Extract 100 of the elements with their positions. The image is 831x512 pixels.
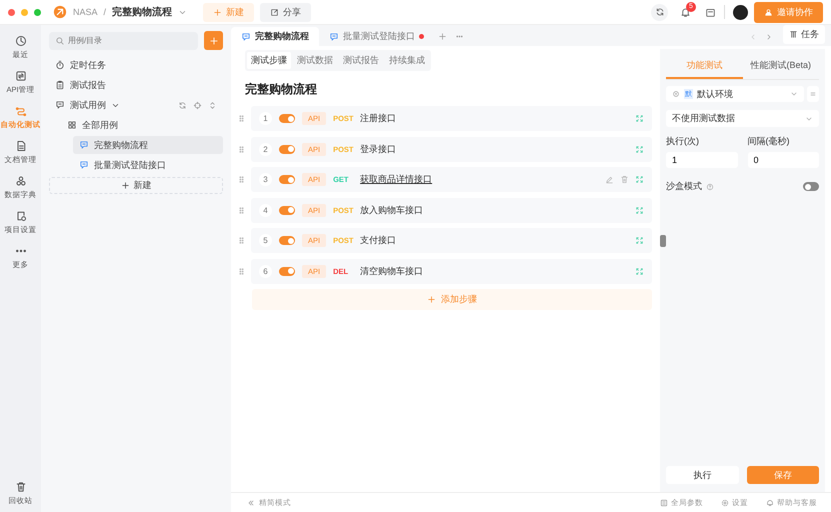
test-data-select[interactable]: 不使用测试数据 bbox=[666, 110, 819, 127]
user-icon bbox=[764, 8, 773, 16]
circles-icon bbox=[14, 175, 26, 187]
expand-icon[interactable] bbox=[635, 144, 644, 154]
toggle-switch[interactable] bbox=[279, 114, 295, 123]
step-name: 注册接口 bbox=[360, 112, 398, 125]
collapse-icon[interactable] bbox=[247, 498, 255, 506]
share-button[interactable]: 分享 bbox=[260, 2, 312, 22]
step-number: 4 bbox=[259, 204, 272, 216]
collapse-handle[interactable] bbox=[660, 235, 666, 247]
add-button[interactable] bbox=[204, 31, 223, 50]
expand-icon[interactable] bbox=[635, 266, 644, 276]
search-field[interactable]: 用例/目录 bbox=[49, 32, 198, 50]
menu-icon bbox=[809, 90, 817, 98]
drag-handle-icon[interactable] bbox=[237, 114, 246, 123]
field-label: 执行(次) bbox=[666, 135, 700, 148]
tree-item[interactable]: 全部用例 bbox=[61, 116, 223, 134]
page-heading: 完整购物流程 bbox=[245, 81, 318, 98]
run-button[interactable]: 执行 bbox=[666, 466, 738, 484]
settings-icon bbox=[721, 498, 729, 506]
sandbox-label: 沙盒模式 bbox=[666, 180, 702, 193]
window-close-button[interactable] bbox=[8, 8, 15, 16]
settings-icon bbox=[14, 210, 26, 222]
tree-item[interactable]: 批量测试登陆接口 bbox=[73, 156, 223, 174]
window-zoom-button[interactable] bbox=[34, 8, 41, 16]
case-icon bbox=[79, 160, 89, 170]
drag-handle-icon[interactable] bbox=[237, 236, 246, 245]
toggle-switch[interactable] bbox=[279, 144, 295, 154]
toggle-switch[interactable] bbox=[279, 175, 295, 184]
step-number: 5 bbox=[259, 234, 272, 247]
headset-icon bbox=[766, 498, 774, 506]
section-tab[interactable]: 测试报告 bbox=[339, 52, 383, 69]
case-icon bbox=[329, 32, 339, 42]
sort-icon[interactable] bbox=[208, 100, 217, 110]
drag-handle-icon[interactable] bbox=[237, 206, 246, 214]
section-tab[interactable]: 持续集成 bbox=[385, 52, 429, 69]
params-icon bbox=[660, 498, 668, 506]
runs-field[interactable]: 1 bbox=[666, 152, 738, 168]
window-title: 完整购物流程 bbox=[112, 5, 172, 19]
clipboard-icon bbox=[55, 80, 65, 90]
toggle-switch[interactable] bbox=[279, 266, 295, 276]
task-button[interactable]: 任务 bbox=[783, 25, 825, 44]
calendar-icon[interactable] bbox=[705, 6, 716, 18]
pencil-icon[interactable] bbox=[605, 175, 614, 184]
plus-icon bbox=[208, 36, 218, 46]
flow-icon bbox=[14, 105, 26, 117]
document-tab[interactable]: 完整购物流程 bbox=[231, 27, 319, 46]
tree-item[interactable]: 完整购物流程 bbox=[73, 136, 223, 154]
tree-item-label: 完整购物流程 bbox=[94, 138, 148, 152]
document-icon bbox=[14, 140, 26, 152]
panel-tab[interactable]: 性能测试(Beta) bbox=[742, 55, 819, 79]
document-tab[interactable]: 批量测试登陆接口 bbox=[319, 27, 434, 46]
tree-item[interactable]: 测试报告 bbox=[49, 76, 223, 94]
expand-icon[interactable] bbox=[635, 206, 644, 214]
tree-item-label: 测试用例 bbox=[70, 98, 106, 112]
plus-icon bbox=[213, 8, 222, 16]
drag-handle-icon[interactable] bbox=[237, 266, 246, 276]
expand-icon[interactable] bbox=[635, 114, 644, 123]
case-icon bbox=[55, 100, 65, 110]
interval-field[interactable]: 0 bbox=[748, 152, 819, 168]
tree-item-label: 定时任务 bbox=[70, 58, 106, 72]
tree-item[interactable]: 测试用例 bbox=[49, 96, 223, 114]
environment-value: 默认环境 bbox=[697, 88, 733, 100]
help-icon bbox=[706, 182, 714, 190]
trash-icon bbox=[14, 481, 26, 493]
avatar[interactable] bbox=[733, 4, 748, 20]
step-number: 2 bbox=[259, 142, 272, 156]
step-name: 登录接口 bbox=[360, 142, 398, 156]
new-button[interactable]: 新建 bbox=[49, 177, 223, 194]
tree-item-label: 测试报告 bbox=[70, 78, 106, 92]
section-tab[interactable]: 测试步骤 bbox=[247, 52, 291, 69]
locate-icon[interactable] bbox=[193, 100, 202, 110]
refresh-icon bbox=[654, 7, 664, 17]
section-tab[interactable]: 测试数据 bbox=[293, 52, 337, 69]
drag-handle-icon[interactable] bbox=[237, 175, 246, 184]
drag-handle-icon[interactable] bbox=[237, 144, 246, 154]
step-name: 放入购物车接口 bbox=[360, 204, 424, 216]
toggle-switch[interactable] bbox=[279, 236, 295, 245]
sandbox-switch[interactable] bbox=[803, 182, 819, 191]
chevron-icon bbox=[790, 90, 798, 98]
toggle-switch[interactable] bbox=[279, 206, 295, 214]
plus-icon bbox=[427, 295, 436, 304]
refresh-icon[interactable] bbox=[178, 100, 187, 110]
window-minimize-button[interactable] bbox=[21, 8, 28, 16]
tree-item[interactable]: 定时任务 bbox=[49, 56, 223, 74]
step-number: 3 bbox=[259, 173, 272, 186]
logo-icon bbox=[53, 5, 67, 19]
tree-item-label: 批量测试登陆接口 bbox=[94, 158, 166, 172]
clear-icon bbox=[672, 90, 680, 98]
timer-icon bbox=[55, 60, 65, 70]
trash-icon[interactable] bbox=[620, 175, 629, 184]
expand-icon[interactable] bbox=[635, 236, 644, 245]
bell-icon[interactable] bbox=[680, 6, 691, 18]
field-label: 间隔(毫秒) bbox=[748, 135, 790, 148]
menu-button[interactable] bbox=[807, 86, 819, 102]
expand-icon[interactable] bbox=[635, 175, 644, 184]
grid-icon bbox=[67, 120, 77, 130]
task-icon bbox=[789, 30, 798, 39]
plus-icon[interactable] bbox=[438, 32, 447, 41]
refresh-button[interactable] bbox=[651, 4, 668, 20]
